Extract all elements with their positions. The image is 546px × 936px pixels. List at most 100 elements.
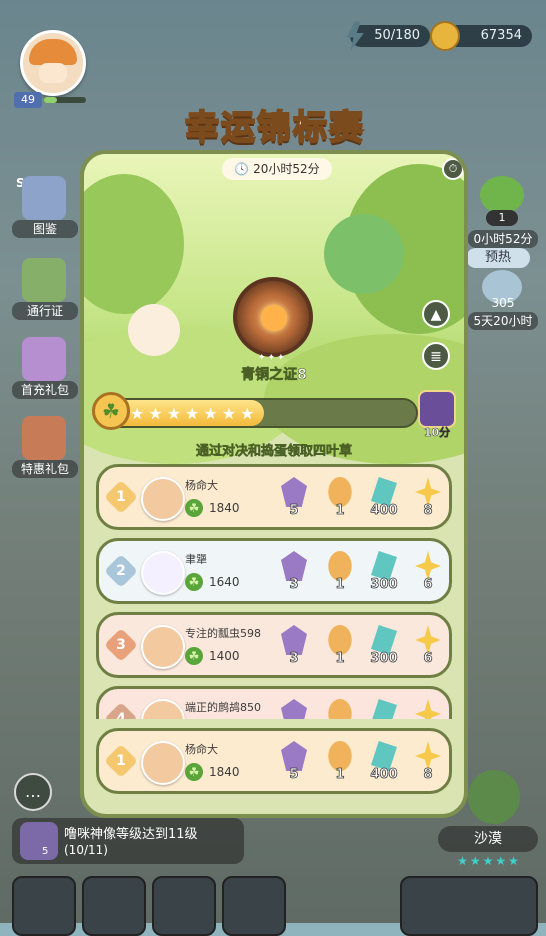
rank-number: 4 xyxy=(116,711,126,719)
player-name: 杨命大 xyxy=(185,479,218,492)
progress-star-icons: ★★★★★★★ xyxy=(130,404,259,423)
leaf-bird-character xyxy=(324,214,404,294)
player-score: 1400 xyxy=(209,649,240,663)
menu-collection[interactable]: S1 图鉴 xyxy=(12,176,78,246)
rank-number: 1 xyxy=(116,489,126,505)
level-badge: 49 xyxy=(14,92,42,108)
menu-label: 图鉴 xyxy=(12,220,78,238)
menu-label: 首充礼包 xyxy=(12,381,78,399)
leaderboard-row[interactable]: 2 聿犟 ☘ 1640 3 1 300 6 xyxy=(96,538,452,604)
clover-count: 1 xyxy=(486,210,518,226)
rules-button[interactable]: ≣ xyxy=(422,342,450,370)
reward-quantity: 6 xyxy=(423,577,433,593)
clock-icon: 🕓 xyxy=(234,162,250,176)
leaderboard-row[interactable]: 1 杨命大 ☘ 1840 5 1 400 8 xyxy=(96,728,452,794)
reward-item[interactable]: 6 xyxy=(409,621,447,673)
menu-label: 特惠礼包 xyxy=(12,460,78,478)
clover-icon xyxy=(480,176,524,214)
counter-event-button[interactable]: 305 5天20小时 xyxy=(468,270,538,330)
reward-item[interactable] xyxy=(409,695,447,719)
event-hint: 通过对决和捣蛋领取四叶草 xyxy=(195,444,353,460)
energy-counter[interactable]: 50/180 xyxy=(346,21,430,51)
purple-gem-icon xyxy=(281,699,307,719)
rank-number: 3 xyxy=(116,637,126,653)
dock-cards-button[interactable] xyxy=(152,876,216,936)
clover-icon: ☘ xyxy=(185,573,203,591)
player-avatar[interactable] xyxy=(20,30,86,96)
reward-item[interactable]: 300 xyxy=(365,547,403,599)
reward-item[interactable]: 400 xyxy=(365,737,403,789)
counter-value: 305 xyxy=(491,296,515,310)
leaderboard-list[interactable]: 1 杨命大 ☘ 1840 5 1 400 8 2 聿犟 ☘ 1640 3 1 3… xyxy=(96,464,452,719)
book-icon xyxy=(22,176,66,220)
reward-item[interactable]: 400 xyxy=(365,473,403,525)
reward-item[interactable] xyxy=(321,695,359,719)
reward-item[interactable]: 3 xyxy=(275,547,313,599)
xp-bar xyxy=(44,97,86,103)
leaderboard-row[interactable]: 4 端正的鹧鸪850 ☘ xyxy=(96,686,452,719)
menu-label: 通行证 xyxy=(12,302,78,320)
reward-item[interactable]: 5 xyxy=(275,737,313,789)
self-entry[interactable]: 1 杨命大 ☘ 1840 5 1 400 8 xyxy=(96,728,452,794)
reward-quantity: 5 xyxy=(289,767,299,783)
preheat-button[interactable]: 预热 xyxy=(466,248,530,268)
desert-stars: ★★★★★ xyxy=(457,854,521,868)
clover-icon: ☘ xyxy=(185,499,203,517)
fire-icon xyxy=(261,305,287,331)
reward-item[interactable] xyxy=(275,695,313,719)
star-icon xyxy=(415,699,441,719)
reward-item[interactable]: 1 xyxy=(321,547,359,599)
gift-icon xyxy=(22,337,66,381)
menu-pass[interactable]: 通行证 xyxy=(12,258,78,328)
event-timer: 🕓 20小时52分 xyxy=(222,158,332,180)
reward-item[interactable] xyxy=(365,695,403,719)
chat-button[interactable]: … xyxy=(14,773,52,811)
reward-item[interactable]: 6 xyxy=(409,547,447,599)
leaderboard-row[interactable]: 3 专注的瓢虫598 ☘ 1400 3 1 300 6 xyxy=(96,612,452,678)
dock-pet-button[interactable] xyxy=(82,876,146,936)
dock-grid-button[interactable] xyxy=(12,876,76,936)
player-avatar[interactable] xyxy=(141,625,185,669)
chest-icon xyxy=(22,416,66,460)
reward-item[interactable]: 300 xyxy=(365,621,403,673)
reward-quantity: 1 xyxy=(335,577,345,593)
clover-icon: ☘ xyxy=(185,647,203,665)
player-avatar[interactable] xyxy=(141,741,185,785)
avatar-face xyxy=(39,63,67,83)
dock-battle-button[interactable] xyxy=(400,876,538,936)
egg-icon xyxy=(328,699,352,719)
rank-number: 1 xyxy=(116,753,126,769)
menu-first-recharge[interactable]: 首充礼包 xyxy=(12,337,78,407)
pass-icon xyxy=(22,258,66,302)
rank-number: 2 xyxy=(116,563,126,579)
quest-progress: (10/11) xyxy=(64,843,108,857)
reward-item[interactable]: 1 xyxy=(321,621,359,673)
menu-special-offer[interactable]: 特惠礼包 xyxy=(12,416,78,486)
coin-icon xyxy=(430,21,460,51)
leaderboard-row[interactable]: 1 杨命大 ☘ 1840 5 1 400 8 xyxy=(96,464,452,530)
player-avatar[interactable] xyxy=(141,551,185,595)
crystal-icon xyxy=(371,699,397,719)
reward-item[interactable]: 3 xyxy=(275,621,313,673)
player-avatar[interactable] xyxy=(141,699,185,719)
desert-area-button[interactable]: 沙漠 ★★★★★ xyxy=(438,770,538,868)
dock-deck-button[interactable] xyxy=(222,876,286,936)
clover-icon: ☘ xyxy=(185,763,203,781)
player-score: 1640 xyxy=(209,575,240,589)
gold-counter[interactable]: 67354 xyxy=(430,21,532,51)
reward-item[interactable]: 8 xyxy=(409,473,447,525)
reward-item[interactable]: 5 xyxy=(275,473,313,525)
info-clock-button[interactable]: ⏱ xyxy=(442,158,464,180)
cactus-creature-icon xyxy=(468,770,520,824)
reward-item[interactable]: 1 xyxy=(321,737,359,789)
quest-tracker[interactable]: 5 噜咪神像等级达到11级 (10/11) xyxy=(12,818,244,864)
event-title: 幸运锦标赛 xyxy=(184,107,365,149)
leaderboard-podium-button[interactable]: ▲ xyxy=(422,300,450,328)
statue-icon xyxy=(20,822,58,860)
medal-name: 青铜之证8 xyxy=(241,367,307,384)
player-avatar[interactable] xyxy=(141,477,185,521)
reward-item[interactable]: 1 xyxy=(321,473,359,525)
player-score: 1840 xyxy=(209,765,240,779)
reward-quantity: 300 xyxy=(370,651,398,667)
prize-chest-icon[interactable] xyxy=(418,390,456,428)
